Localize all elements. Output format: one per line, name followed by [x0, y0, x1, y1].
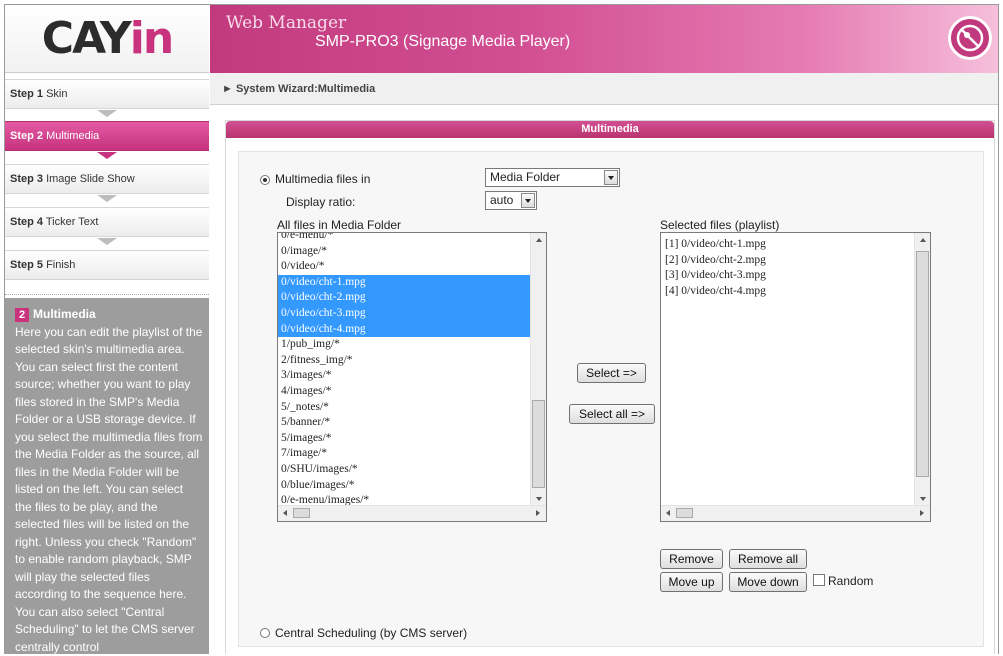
help-text: Here you can edit the playlist of the se…: [15, 324, 203, 654]
list-item[interactable]: 0/video/cht-4.mpg: [278, 321, 530, 338]
step-arrow-icon: [97, 152, 117, 159]
all-files-listbox[interactable]: 0/e-menu/* 0/image/* 0/video/* 0/video/cht-…: [277, 232, 547, 522]
playlist-hscrollbar[interactable]: [661, 505, 930, 521]
panel-title: Multimedia: [226, 121, 994, 138]
all-files-hscrollbar[interactable]: [278, 505, 546, 521]
list-item[interactable]: 0/blue/images/*: [278, 478, 530, 494]
step-arrow-icon: [97, 238, 117, 245]
list-item[interactable]: 7/image/*: [278, 446, 530, 462]
scroll-up-icon[interactable]: [536, 238, 542, 242]
select-button[interactable]: Select =>: [577, 363, 646, 383]
list-item[interactable]: 3/images/*: [278, 368, 530, 384]
scroll-down-icon[interactable]: [536, 497, 542, 501]
all-files-vscrollbar[interactable]: [530, 233, 546, 505]
remove-button[interactable]: Remove: [660, 549, 723, 569]
step-item-3[interactable]: Step 3 Image Slide Show: [5, 164, 209, 194]
logout-icon[interactable]: [948, 16, 992, 60]
scroll-left-icon[interactable]: [283, 510, 287, 516]
chevron-down-icon: [521, 193, 535, 208]
help-title: Multimedia: [33, 307, 96, 321]
move-down-button[interactable]: Move down: [729, 572, 807, 592]
select-all-button[interactable]: Select all =>: [569, 404, 655, 424]
help-panel: 2 Multimedia Here you can edit the playl…: [5, 298, 209, 654]
list-item[interactable]: 5/images/*: [278, 431, 530, 447]
playlist-item[interactable]: [2] 0/video/cht-2.mpg: [663, 253, 914, 269]
list-item[interactable]: 0/SHU/images/*: [278, 462, 530, 478]
random-checkbox[interactable]: [813, 574, 825, 586]
step-item-5[interactable]: Step 5 Finish: [5, 250, 209, 280]
sidebar: CAYin Step 1 Skin Step 2 Multimedia Step 3…: [5, 5, 209, 654]
list-item[interactable]: 0/video/cht-1.mpg: [278, 274, 530, 291]
scroll-left-icon[interactable]: [666, 510, 670, 516]
list-item[interactable]: 4/images/*: [278, 384, 530, 400]
chevron-down-icon: [604, 170, 618, 185]
multimedia-panel: Multimedia Multimedia files in Media Fol…: [225, 120, 995, 654]
list-item[interactable]: 0/video/cht-3.mpg: [278, 305, 530, 322]
list-item[interactable]: 0/video/*: [278, 259, 530, 275]
playlist-item[interactable]: [3] 0/video/cht-3.mpg: [663, 268, 914, 284]
cayin-logo: CAYin: [5, 5, 209, 73]
scroll-right-icon[interactable]: [920, 510, 924, 516]
remove-all-button[interactable]: Remove all: [729, 549, 807, 569]
scroll-thumb[interactable]: [916, 251, 929, 477]
list-item[interactable]: 5/_notes/*: [278, 400, 530, 416]
scroll-down-icon[interactable]: [920, 497, 926, 501]
divider: [5, 294, 209, 295]
header-banner: Web Manager SMP-PRO3 (Signage Media Play…: [210, 5, 998, 73]
breadcrumb: ► System Wizard:Multimedia: [210, 73, 998, 105]
header-title: Web Manager: [226, 13, 347, 33]
display-ratio-label: Display ratio:: [286, 195, 356, 209]
step-item-4[interactable]: Step 4 Ticker Text: [5, 207, 209, 237]
playlist-vscrollbar[interactable]: [914, 233, 930, 505]
scroll-up-icon[interactable]: [920, 238, 926, 242]
central-scheduling-radio[interactable]: [260, 628, 270, 638]
central-scheduling-label: Central Scheduling (by CMS server): [275, 626, 468, 640]
list-item[interactable]: 0/video/cht-2.mpg: [278, 290, 530, 306]
header-subtitle: SMP-PRO3 (Signage Media Player): [315, 33, 571, 50]
scroll-thumb[interactable]: [293, 508, 310, 518]
scroll-thumb[interactable]: [676, 508, 693, 518]
move-up-button[interactable]: Move up: [660, 572, 723, 592]
app-frame: CAYin Step 1 Skin Step 2 Multimedia Step 3…: [4, 4, 999, 654]
playlist-item[interactable]: [1] 0/video/cht-1.mpg: [663, 237, 914, 253]
step-item-2[interactable]: Step 2 Multimedia: [5, 121, 209, 151]
list-item[interactable]: 2/fitness_img/*: [278, 353, 530, 369]
list-item[interactable]: 0/image/*: [278, 244, 530, 260]
step-arrow-icon: [97, 195, 117, 202]
display-ratio-select[interactable]: auto: [485, 191, 537, 210]
breadcrumb-arrow-icon: ►: [222, 83, 233, 95]
playlist-label: Selected files (playlist): [660, 218, 780, 232]
list-item[interactable]: 1/pub_img/*: [278, 337, 530, 353]
playlist-item[interactable]: [4] 0/video/cht-4.mpg: [663, 284, 914, 300]
list-item[interactable]: 0/e-menu/*: [278, 233, 530, 244]
media-source-radio[interactable]: [260, 175, 270, 185]
panel-body: Multimedia files in Media Folder Display…: [238, 151, 984, 647]
random-label: Random: [828, 574, 874, 588]
step-number-badge: 2: [15, 307, 29, 322]
scroll-thumb[interactable]: [532, 400, 545, 488]
playlist-listbox[interactable]: [1] 0/video/cht-1.mpg [2] 0/video/cht-2.m…: [660, 232, 931, 522]
step-item-1[interactable]: Step 1 Skin: [5, 79, 209, 109]
media-source-label: Multimedia files in: [275, 172, 371, 186]
all-files-label: All files in Media Folder: [277, 218, 402, 232]
list-item[interactable]: 5/banner/*: [278, 415, 530, 431]
media-source-select[interactable]: Media Folder: [485, 168, 620, 187]
scroll-right-icon[interactable]: [536, 510, 540, 516]
step-arrow-icon: [97, 110, 117, 117]
